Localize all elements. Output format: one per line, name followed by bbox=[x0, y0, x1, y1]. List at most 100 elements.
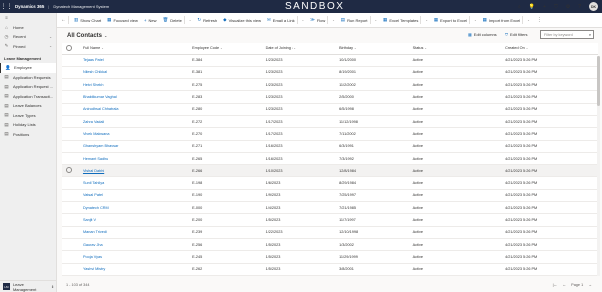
full-name-link[interactable]: Yashvi Mistry bbox=[83, 267, 105, 271]
more-commands-icon[interactable]: ⋮ bbox=[537, 17, 542, 23]
column-header[interactable]: Status⌄ bbox=[410, 43, 504, 55]
table-row[interactable]: Tejaas Patel E-384 1/23/2023 10/1/2000 Activ… bbox=[62, 54, 598, 67]
column-header[interactable]: Employee Code⌄ bbox=[190, 43, 264, 55]
full-name-link[interactable]: Tejaas Patel bbox=[83, 58, 104, 62]
row-select-radio[interactable] bbox=[62, 238, 81, 252]
table-cell[interactable]: Sunil Tahilya bbox=[80, 176, 191, 190]
table-row[interactable]: Pooja Vyas E-245 1/5/2023 11/29/1999 Active 4… bbox=[62, 250, 598, 264]
row-select-radio[interactable] bbox=[62, 66, 81, 80]
row-select-radio[interactable] bbox=[62, 115, 81, 129]
row-select-radio[interactable] bbox=[62, 213, 81, 227]
table-cell[interactable]: Hemant Sadhu bbox=[80, 152, 191, 166]
command-excel-templates-button[interactable]: ▦ Excel Templates ⌄ bbox=[380, 13, 431, 28]
sidebar-item-pinned[interactable]: ✎ Pinned ⌄ bbox=[0, 42, 56, 52]
app-name[interactable]: Dynamics 365 bbox=[15, 4, 44, 9]
full-name-link[interactable]: Nilesh Chikkal bbox=[83, 70, 107, 74]
sidebar-item-6[interactable]: ▤ Leave Types bbox=[0, 111, 56, 121]
full-name-link[interactable]: Dynatech CRM bbox=[83, 206, 109, 210]
sidebar-item-8[interactable]: ▤ Positions bbox=[0, 130, 56, 140]
help-icon[interactable]: ? bbox=[578, 4, 581, 10]
row-select-radio[interactable] bbox=[62, 164, 81, 178]
table-cell[interactable]: Anirudhsai Chhatrala bbox=[80, 103, 191, 116]
row-select-radio[interactable] bbox=[62, 250, 81, 264]
full-name-link[interactable]: Hetvi Shekh bbox=[83, 83, 103, 87]
sidebar-item-home[interactable]: ⌂ Home bbox=[0, 23, 56, 33]
chevron-down-icon[interactable]: ⌄ bbox=[527, 18, 530, 22]
sidebar-item-5[interactable]: ▤ Leave Balances bbox=[0, 101, 56, 111]
gear-icon[interactable]: ⚙ bbox=[566, 4, 570, 10]
full-name-link[interactable]: Manan Trivedi bbox=[83, 230, 107, 234]
waffle-icon[interactable]: ⋮⋮ bbox=[0, 0, 13, 13]
command-visualize-this-view-button[interactable]: ◆ Visualize this view bbox=[220, 13, 264, 28]
column-header[interactable]: Created On⌄ bbox=[503, 43, 598, 55]
table-row[interactable]: Bhaktikumar Vaghal E-283 1/23/2023 2/5/2000… bbox=[62, 90, 598, 104]
row-select-radio[interactable] bbox=[62, 90, 81, 104]
chevron-down-icon[interactable]: ⌄ bbox=[49, 44, 52, 48]
table-cell[interactable]: Nilesh Chikkal bbox=[80, 66, 191, 80]
command-delete-button[interactable]: 🗑 Delete ⌄ bbox=[160, 13, 195, 28]
table-cell[interactable]: Vatsal Patel bbox=[80, 189, 191, 203]
full-name-link[interactable]: Gaurav Jha bbox=[83, 243, 103, 247]
row-select-radio[interactable] bbox=[62, 103, 81, 116]
full-name-link[interactable]: Sunil Tahilya bbox=[83, 181, 104, 185]
full-name-link[interactable]: Zahra Vadali bbox=[83, 120, 104, 124]
table-row[interactable]: Sanjit V E-200 1/5/2023 11/7/1997 Active 4/21… bbox=[62, 213, 598, 227]
table-row[interactable]: Vivek Makwana E-270 1/17/2023 7/11/2002 Acti… bbox=[62, 127, 598, 141]
table-row[interactable]: Manan Trivedi E-239 1/22/2023 12/10/1998 Act… bbox=[62, 226, 598, 239]
table-cell[interactable]: Tejaas Patel bbox=[80, 54, 191, 67]
select-all-radio[interactable] bbox=[62, 43, 81, 55]
hamburger-icon[interactable]: ≡ bbox=[4, 15, 9, 20]
table-row[interactable]: Anirudhsai Chhatrala E-280 1/23/2023 6/5/19… bbox=[62, 103, 598, 116]
sidebar-item-1[interactable]: 👤 Employee bbox=[0, 63, 56, 73]
full-name-link[interactable]: Sanjit V bbox=[83, 218, 96, 222]
first-page-icon[interactable]: |← bbox=[553, 283, 558, 287]
sidebar-item-4[interactable]: ▤ Application Transacti... bbox=[0, 92, 56, 102]
chevron-down-icon[interactable]: ⌄ bbox=[302, 18, 305, 22]
table-cell[interactable]: Manan Trivedi bbox=[80, 226, 191, 239]
row-select-radio[interactable] bbox=[62, 54, 81, 67]
column-header[interactable]: Date of Joining↓⌄ bbox=[263, 43, 338, 55]
keyword-filter-input[interactable]: Filter by keyword ⌕ bbox=[540, 30, 594, 39]
table-row[interactable]: Vishal Dabhi E-266 1/10/2023 12/8/1984 Activ… bbox=[62, 164, 598, 178]
table-cell[interactable]: Dynatech CRM bbox=[80, 201, 191, 215]
next-page-icon[interactable]: → bbox=[588, 283, 592, 287]
table-cell[interactable]: Ghanshyam Bhavsar bbox=[80, 140, 191, 153]
avatar[interactable]: DK bbox=[589, 2, 598, 11]
table-row[interactable]: Hetvi Shekh E-275 1/23/2023 11/2/2002 Active… bbox=[62, 78, 598, 92]
table-row[interactable]: Yashvi Mistry E-262 1/5/2023 3/8/2001 Active… bbox=[62, 263, 598, 276]
chevron-down-icon[interactable]: ⌄ bbox=[49, 35, 52, 39]
row-select-radio[interactable] bbox=[62, 78, 81, 92]
full-name-link[interactable]: Vatsal Patel bbox=[83, 193, 103, 197]
filter-icon[interactable]: ⛉ bbox=[554, 4, 558, 10]
table-row[interactable]: Nilesh Chikkal E-381 1/23/2023 8/19/2001 Act… bbox=[62, 66, 598, 80]
full-name-link[interactable]: Vivek Makwana bbox=[83, 132, 110, 136]
chevron-down-icon[interactable]: ⌄ bbox=[189, 18, 192, 22]
full-name-link[interactable]: Pooja Vyas bbox=[83, 255, 102, 259]
command-refresh-button[interactable]: ↻ Refresh bbox=[194, 13, 220, 28]
plus-icon[interactable]: + bbox=[543, 4, 546, 10]
back-icon[interactable]: ← bbox=[61, 17, 66, 23]
row-select-radio[interactable] bbox=[62, 226, 81, 239]
row-select-radio[interactable] bbox=[62, 140, 81, 153]
command-email-a-link-button[interactable]: ✉ Email a Link ⌄ bbox=[264, 13, 307, 28]
command-export-to-excel-button[interactable]: ▦ Export to Excel ⌄ bbox=[431, 13, 480, 28]
full-name-link[interactable]: Hemant Sadhu bbox=[83, 157, 108, 161]
table-cell[interactable]: Pooja Vyas bbox=[80, 250, 191, 264]
prev-page-icon[interactable]: ← bbox=[562, 283, 566, 287]
sidebar-item-7[interactable]: ▤ Holiday Lists bbox=[0, 120, 56, 130]
command-show-chart-button[interactable]: ▥ Show Chart bbox=[71, 13, 104, 28]
table-row[interactable]: Dynatech CRM E-000 1/4/2023 7/21/1985 Active… bbox=[62, 201, 598, 215]
sidebar-item-2[interactable]: ▤ Application Requests bbox=[0, 73, 56, 83]
command-flow-button[interactable]: ≫ Flow ⌄ bbox=[307, 13, 338, 28]
row-select-radio[interactable] bbox=[62, 152, 81, 166]
column-header[interactable]: Full Name⌄ bbox=[80, 43, 191, 55]
column-header[interactable]: Birthday⌄ bbox=[337, 43, 411, 55]
table-cell[interactable]: Sanjit V bbox=[80, 213, 191, 227]
sidebar-item-3[interactable]: ▤ Application Request ... bbox=[0, 82, 56, 92]
view-selector[interactable]: All Contacts ⌄ bbox=[67, 33, 107, 39]
row-select-radio[interactable] bbox=[62, 201, 81, 215]
search-icon[interactable]: ⌕ bbox=[518, 4, 521, 10]
command-new-button[interactable]: + New bbox=[141, 13, 160, 28]
table-cell[interactable]: Vishal Dabhi bbox=[80, 164, 191, 178]
scrollbar-thumb[interactable] bbox=[597, 56, 600, 106]
